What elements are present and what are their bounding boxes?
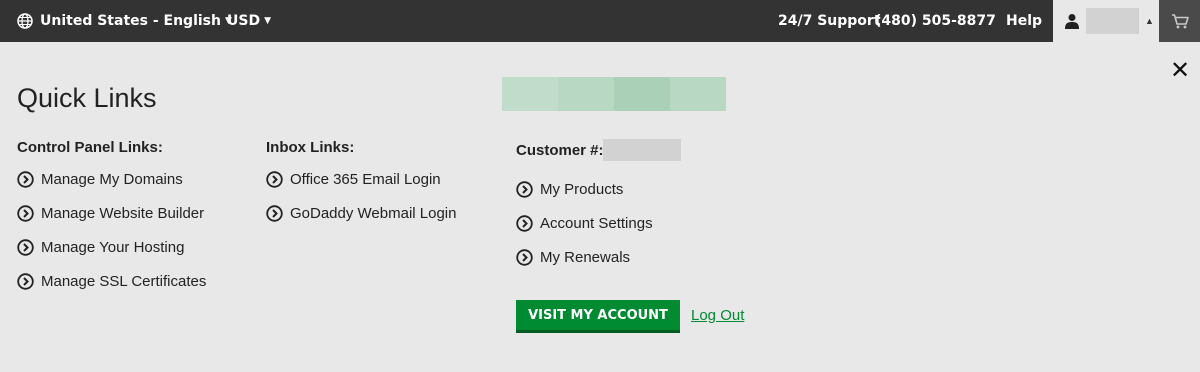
chevron-circle-right-icon — [516, 181, 533, 198]
cart-button[interactable] — [1159, 0, 1200, 42]
my-products-link[interactable]: My Products — [516, 181, 623, 198]
redacted-customer-number — [603, 139, 681, 161]
currency-selector[interactable]: USD ▼ — [227, 0, 271, 42]
manage-domains-link[interactable]: Manage My Domains — [17, 171, 183, 188]
link-label: Manage Website Builder — [41, 205, 205, 222]
link-label: Manage Your Hosting — [41, 239, 185, 256]
chevron-up-icon: ▲ — [1145, 16, 1154, 26]
inbox-heading: Inbox Links: — [266, 139, 355, 156]
chevron-circle-right-icon — [266, 171, 283, 188]
support-label: 24/7 Support — [778, 13, 881, 29]
redacted-banner — [502, 77, 726, 111]
chevron-circle-right-icon — [17, 205, 34, 222]
webmail-login-link[interactable]: GoDaddy Webmail Login — [266, 205, 456, 222]
manage-website-builder-link[interactable]: Manage Website Builder — [17, 205, 204, 222]
panel-title: Quick Links — [17, 83, 157, 113]
chevron-circle-right-icon — [17, 171, 34, 188]
link-label: Manage SSL Certificates — [41, 273, 207, 290]
chevron-circle-right-icon — [17, 239, 34, 256]
link-label: GoDaddy Webmail Login — [290, 205, 457, 222]
link-label: Office 365 Email Login — [290, 171, 441, 188]
locale-selector[interactable]: United States - English ▼ — [17, 0, 232, 42]
chevron-down-icon: ▼ — [264, 16, 271, 26]
user-icon — [1065, 14, 1079, 29]
control-panel-heading: Control Panel Links: — [17, 139, 163, 156]
link-label: Account Settings — [540, 215, 653, 232]
link-label: Manage My Domains — [41, 171, 183, 188]
manage-ssl-link[interactable]: Manage SSL Certificates — [17, 273, 206, 290]
top-bar: United States - English ▼ USD ▼ 24/7 Sup… — [0, 0, 1200, 42]
close-icon[interactable]: ✕ — [1170, 58, 1190, 82]
redacted-username — [1086, 8, 1139, 34]
locale-label: United States - English — [40, 13, 221, 29]
chevron-circle-right-icon — [516, 249, 533, 266]
chevron-circle-right-icon — [516, 215, 533, 232]
chevron-circle-right-icon — [266, 205, 283, 222]
customer-number-label: Customer #: — [516, 142, 604, 159]
link-label: My Renewals — [540, 249, 631, 266]
manage-hosting-link[interactable]: Manage Your Hosting — [17, 239, 184, 256]
globe-icon — [17, 13, 33, 29]
help-link[interactable]: Help — [1006, 0, 1042, 42]
account-menu-toggle[interactable]: ▲ — [1053, 0, 1159, 42]
visit-my-account-button[interactable]: VISIT MY ACCOUNT — [516, 300, 680, 333]
office365-login-link[interactable]: Office 365 Email Login — [266, 171, 441, 188]
link-label: My Products — [540, 181, 624, 198]
my-renewals-link[interactable]: My Renewals — [516, 249, 630, 266]
account-settings-link[interactable]: Account Settings — [516, 215, 653, 232]
chevron-circle-right-icon — [17, 273, 34, 290]
log-out-link[interactable]: Log Out — [691, 307, 744, 324]
support-phone-link[interactable]: (480) 505-8877 — [875, 0, 996, 42]
currency-label: USD — [227, 13, 261, 29]
cart-icon — [1171, 14, 1189, 29]
